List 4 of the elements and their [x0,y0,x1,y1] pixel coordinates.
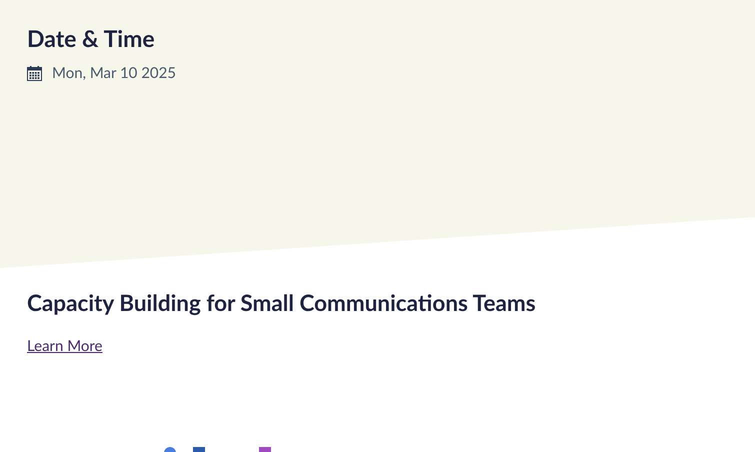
event-date: Mon, Mar 10 2025 [52,63,176,84]
section-heading: Date & Time [27,24,155,52]
learn-more-link[interactable]: Learn More [27,335,102,358]
event-title: Capacity Building for Small Communications Teams [27,288,536,318]
